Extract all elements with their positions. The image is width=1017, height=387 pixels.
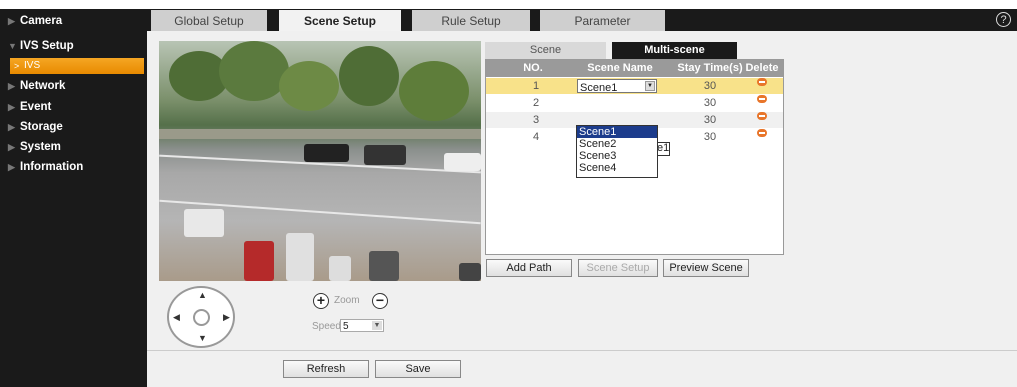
- zoom-in-icon[interactable]: +: [313, 293, 329, 309]
- delete-icon[interactable]: [757, 112, 767, 120]
- stay-time-value: 30: [703, 114, 717, 126]
- refresh-button[interactable]: Refresh: [283, 360, 369, 378]
- sidebar-item-ivs-setup[interactable]: ▼ IVS Setup: [0, 36, 147, 56]
- sidebar-item-camera[interactable]: ▶ Camera: [0, 11, 147, 31]
- delete-icon[interactable]: [757, 78, 767, 86]
- subtab-multi-scene[interactable]: Multi-scene: [612, 42, 737, 59]
- chevron-right-icon: ▶: [8, 16, 15, 26]
- row-number: 1: [532, 80, 540, 92]
- preview-scene-button[interactable]: Preview Scene: [663, 259, 749, 277]
- sidebar-item-event[interactable]: ▶ Event: [0, 97, 147, 117]
- arrow-right-icon[interactable]: ▶: [223, 312, 230, 323]
- sidebar-subitem-label: IVS: [24, 60, 41, 71]
- row-number: 4: [532, 131, 540, 143]
- table-row[interactable]: 1 Scene1 ▼ 30: [486, 78, 783, 94]
- table-row[interactable]: 2 30: [486, 95, 783, 111]
- tab-scene-setup[interactable]: Scene Setup: [279, 10, 401, 31]
- sidebar-item-network[interactable]: ▶ Network: [0, 76, 147, 96]
- row-number: 3: [532, 114, 540, 126]
- sidebar-item-label: Information: [20, 161, 84, 173]
- column-header-stay-time: Stay Time(s): [677, 62, 743, 74]
- delete-icon[interactable]: [757, 95, 767, 103]
- chevron-down-icon: ▼: [645, 81, 655, 91]
- help-icon[interactable]: ?: [996, 12, 1011, 27]
- scene-select-peek: e1: [656, 142, 670, 156]
- stay-time-value: 30: [703, 80, 717, 92]
- chevron-right-icon: ▶: [8, 142, 15, 152]
- add-path-button[interactable]: Add Path: [486, 259, 572, 277]
- top-strip: [0, 0, 1017, 9]
- sidebar-item-label: System: [20, 141, 61, 153]
- speed-value: 5: [343, 321, 349, 332]
- dropdown-option[interactable]: Scene4: [577, 162, 657, 174]
- tab-parameter[interactable]: Parameter: [540, 10, 665, 31]
- arrow-up-icon[interactable]: ▲: [198, 290, 207, 300]
- arrow-left-icon[interactable]: ◀: [173, 312, 180, 323]
- arrow-down-icon[interactable]: ▼: [198, 333, 207, 343]
- stay-time-value: 30: [703, 131, 717, 143]
- speed-label: Speed: [312, 321, 341, 332]
- row-number: 2: [532, 97, 540, 109]
- dropdown-option[interactable]: Scene2: [577, 138, 657, 150]
- sidebar-item-label: Storage: [20, 121, 63, 133]
- divider: [147, 350, 1017, 351]
- chevron-down-icon: ▼: [372, 321, 382, 330]
- chevron-right-icon: ▶: [8, 122, 15, 132]
- sidebar-item-label: Camera: [20, 15, 63, 27]
- ptz-direction-pad[interactable]: ▲ ▼ ◀ ▶: [167, 286, 235, 348]
- sidebar-item-label: Event: [20, 101, 52, 113]
- top-tab-bar: Global Setup Scene Setup Rule Setup Para…: [147, 9, 1017, 31]
- scene-name-select[interactable]: Scene1 ▼: [577, 79, 657, 94]
- chevron-right-icon: ▶: [8, 162, 15, 172]
- column-header-no: NO.: [523, 62, 543, 74]
- sidebar-item-label: Network: [20, 80, 66, 92]
- main-content: ▲ ▼ ◀ ▶ + Zoom − Speed 5 ▼ Scene Multi-s…: [147, 31, 1017, 387]
- dropdown-option[interactable]: Scene3: [577, 150, 657, 162]
- chevron-down-icon: ▼: [8, 41, 17, 51]
- zoom-label: Zoom: [334, 295, 360, 306]
- speed-select[interactable]: 5 ▼: [340, 319, 384, 332]
- column-header-delete: Delete: [745, 62, 779, 74]
- scene-setup-button[interactable]: Scene Setup: [578, 259, 658, 277]
- tab-global-setup[interactable]: Global Setup: [151, 10, 267, 31]
- tab-rule-setup[interactable]: Rule Setup: [412, 10, 530, 31]
- chevron-right-icon: ▶: [8, 102, 15, 112]
- column-header-scene-name: Scene Name: [587, 62, 653, 74]
- table-header: NO. Scene Name Stay Time(s) Delete: [486, 60, 783, 77]
- sidebar-item-label: IVS Setup: [20, 40, 74, 52]
- video-preview[interactable]: [159, 41, 481, 281]
- save-button[interactable]: Save: [375, 360, 461, 378]
- dropdown-option[interactable]: Scene1: [577, 126, 657, 138]
- sidebar-item-information[interactable]: ▶ Information: [0, 157, 147, 177]
- sidebar-subitem-ivs[interactable]: > IVS: [10, 58, 144, 74]
- chevron-right-icon: >: [14, 61, 20, 71]
- chevron-right-icon: ▶: [8, 81, 15, 91]
- zoom-out-icon[interactable]: −: [372, 293, 388, 309]
- scene-dropdown-list[interactable]: Scene1 Scene2 Scene3 Scene4: [576, 125, 658, 178]
- sidebar-item-system[interactable]: ▶ System: [0, 137, 147, 157]
- subtab-scene[interactable]: Scene: [485, 42, 606, 59]
- sidebar: ▶ Camera ▼ IVS Setup > IVS ▶ Network ▶ E…: [0, 9, 147, 387]
- ptz-center-button[interactable]: [193, 309, 210, 326]
- stay-time-value: 30: [703, 97, 717, 109]
- sidebar-item-storage[interactable]: ▶ Storage: [0, 117, 147, 137]
- delete-icon[interactable]: [757, 129, 767, 137]
